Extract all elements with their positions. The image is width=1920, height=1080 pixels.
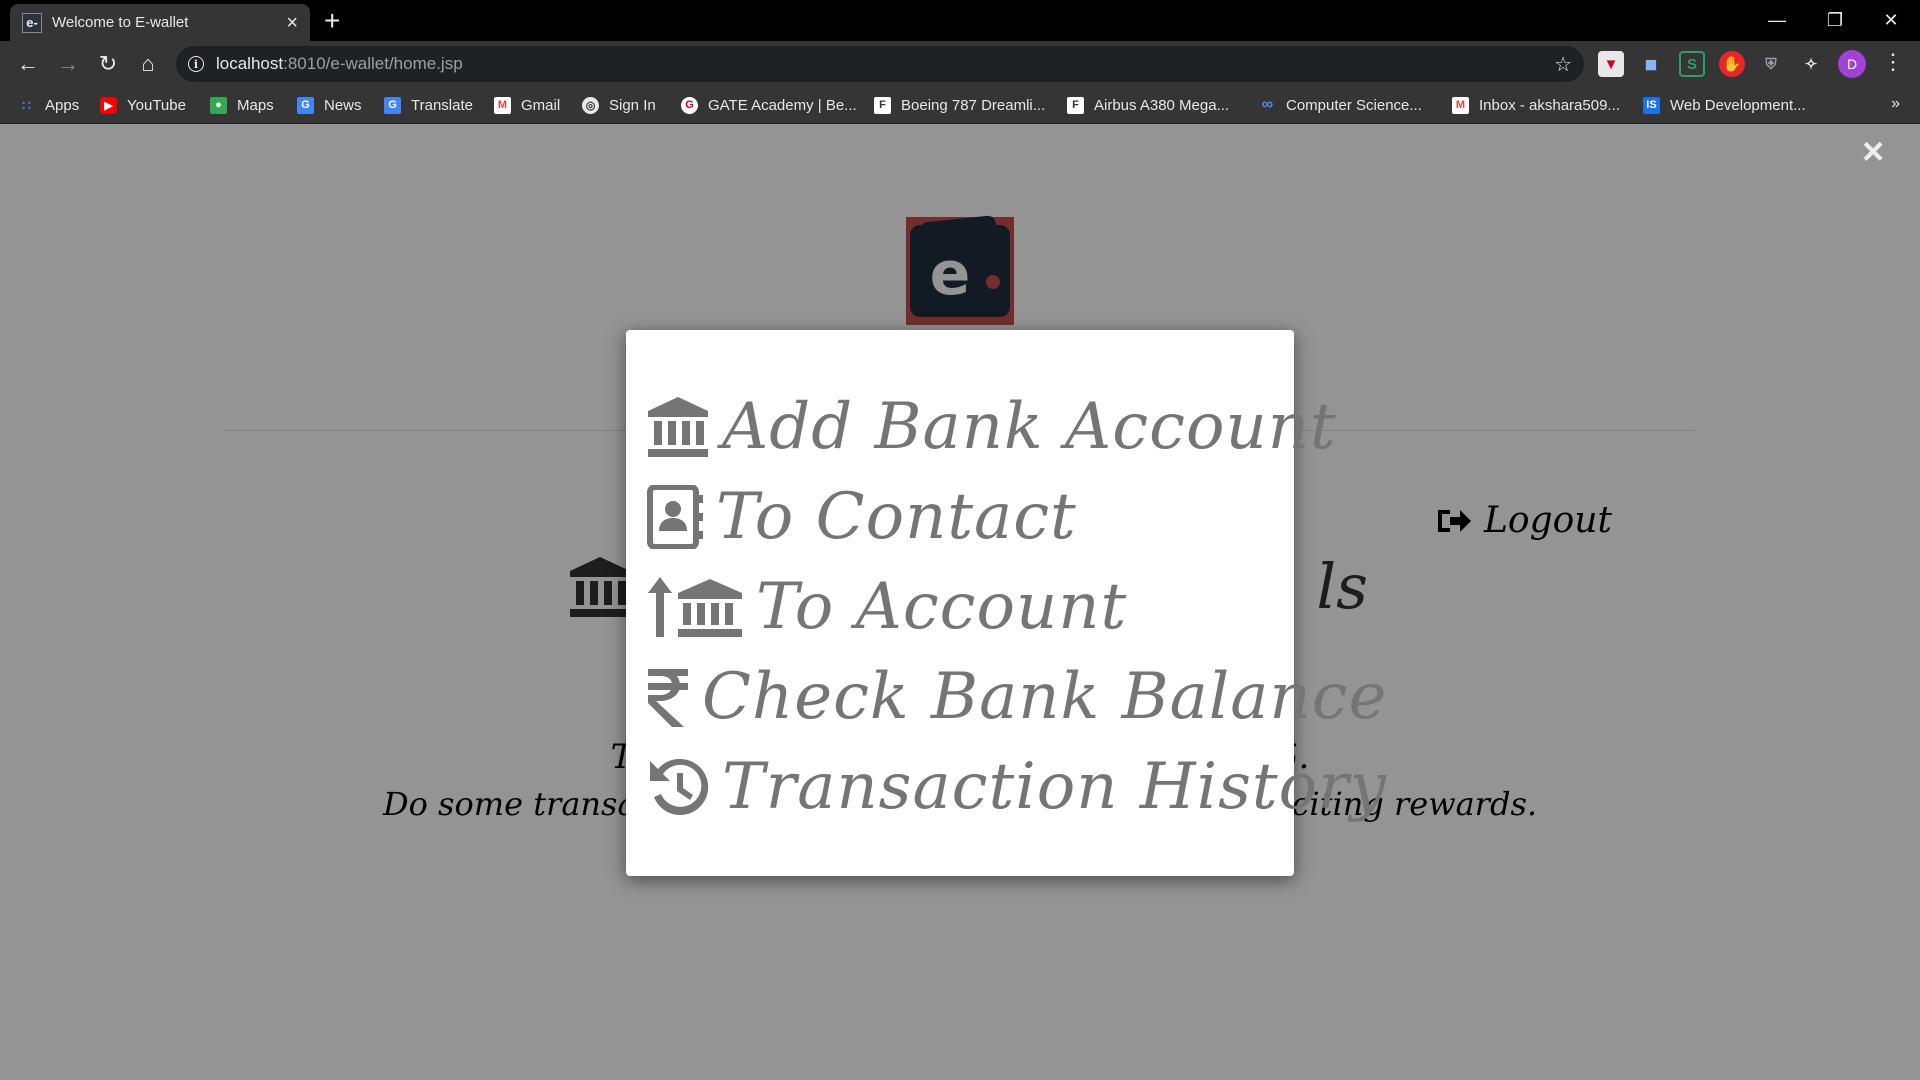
site-info-icon[interactable]: i bbox=[188, 56, 204, 72]
bookmark-gmail[interactable]: M Gmail bbox=[494, 93, 560, 117]
bookmark-maps[interactable]: ● Maps bbox=[210, 93, 274, 117]
menu-add-bank-account[interactable]: Add Bank Account bbox=[626, 382, 1336, 472]
s-extension-icon[interactable]: S bbox=[1679, 51, 1705, 77]
ewallet-favicon-icon: e- bbox=[22, 12, 42, 33]
bookmark-boeing[interactable]: F Boeing 787 Dreamli... bbox=[874, 93, 1045, 117]
bookmark-label: Boeing 787 Dreamli... bbox=[901, 96, 1046, 114]
bookmark-youtube[interactable]: ▶ YouTube bbox=[100, 93, 186, 117]
bookmark-apps[interactable]: ∷ Apps bbox=[18, 93, 79, 117]
bank-transfer-icon bbox=[648, 577, 742, 637]
transfer-options-modal: Add Bank Account To Contact To Account C… bbox=[626, 330, 1386, 876]
tab-close-icon[interactable]: × bbox=[286, 13, 298, 33]
bookmark-web-development[interactable]: IS Web Development... bbox=[1643, 93, 1806, 117]
menu-transaction-history[interactable]: Transaction History bbox=[626, 742, 1386, 832]
bookmark-inbox[interactable]: M Inbox - akshara509... bbox=[1452, 93, 1620, 117]
browser-toolbar: ← → ↻ ⌂ i localhost :8010/e-wallet/home.… bbox=[0, 41, 1920, 87]
extensions-puzzle-icon[interactable]: ✧ bbox=[1798, 51, 1824, 77]
menu-to-contact[interactable]: To Contact bbox=[626, 472, 1294, 562]
restore-button[interactable]: ❐ bbox=[1806, 0, 1864, 41]
address-bar[interactable]: i localhost :8010/e-wallet/home.jsp ☆ bbox=[176, 46, 1584, 82]
gmail-icon: M bbox=[494, 96, 511, 114]
new-tab-button[interactable]: + bbox=[324, 6, 340, 36]
bookmark-computer-science[interactable]: ∞ Computer Science... bbox=[1259, 93, 1422, 117]
tab-strip: e- Welcome to E-wallet × + — ❐ ✕ bbox=[0, 0, 1920, 41]
translate-icon: G bbox=[384, 96, 401, 114]
url-path: :8010/e-wallet/home.jsp bbox=[283, 54, 463, 73]
bookmark-label: YouTube bbox=[127, 96, 186, 114]
maps-icon: ● bbox=[210, 96, 227, 114]
tab-title: Welcome to E-wallet bbox=[52, 14, 189, 31]
bookmark-translate[interactable]: G Translate bbox=[384, 93, 473, 117]
window-close-button[interactable]: ✕ bbox=[1862, 0, 1920, 41]
pocket-extension-icon[interactable]: ▼ bbox=[1598, 51, 1624, 77]
document-icon: F bbox=[874, 96, 891, 114]
adblock-extension-icon[interactable]: ✋ bbox=[1719, 51, 1745, 77]
bookmark-label: Maps bbox=[237, 96, 274, 114]
url-host: localhost bbox=[216, 54, 284, 73]
forward-button[interactable]: → bbox=[52, 48, 84, 80]
menu-label: Add Bank Account bbox=[722, 390, 1337, 464]
bookmark-label: Gmail bbox=[521, 96, 561, 114]
bookmarks-overflow-button[interactable]: » bbox=[1891, 95, 1900, 113]
cube-extension-icon[interactable]: ◼ bbox=[1638, 51, 1664, 77]
back-button[interactable]: ← bbox=[12, 48, 44, 80]
bookmark-label: News bbox=[324, 96, 362, 114]
news-icon: G bbox=[297, 96, 314, 114]
modal-close-icon[interactable]: × bbox=[1862, 133, 1884, 171]
bookmark-gate[interactable]: G GATE Academy | Be... bbox=[681, 93, 857, 117]
shield-extension-icon[interactable]: ⛨ bbox=[1758, 51, 1784, 77]
profile-avatar[interactable]: D bbox=[1838, 50, 1866, 78]
bookmark-airbus[interactable]: F Airbus A380 Mega... bbox=[1067, 93, 1229, 117]
bookmark-label: Apps bbox=[45, 96, 80, 114]
bookmark-label: Translate bbox=[411, 96, 473, 114]
menu-label: Transaction History bbox=[722, 750, 1387, 824]
history-icon bbox=[650, 758, 709, 815]
bookmark-news[interactable]: G News bbox=[297, 93, 362, 117]
bookmark-label: Sign In bbox=[609, 96, 656, 114]
menu-label: Check Bank Balance bbox=[702, 660, 1388, 734]
menu-to-account[interactable]: To Account bbox=[626, 562, 1294, 652]
menu-check-bank-balance[interactable]: Check Bank Balance bbox=[626, 652, 1386, 742]
bank-icon bbox=[648, 397, 708, 457]
gmail-icon: M bbox=[1452, 96, 1469, 114]
bookmark-star-icon[interactable]: ☆ bbox=[1554, 52, 1572, 77]
bookmarks-bar: ∷ Apps ▶ YouTube ● Maps G News G Transla… bbox=[0, 87, 1920, 124]
gate-icon: G bbox=[681, 96, 698, 114]
menu-label: To Account bbox=[756, 570, 1128, 644]
rupee-icon bbox=[648, 669, 688, 727]
is-icon: IS bbox=[1643, 96, 1660, 114]
bookmark-label: Computer Science... bbox=[1286, 96, 1422, 114]
infinity-icon: ∞ bbox=[1261, 96, 1274, 113]
bookmark-sign-in[interactable]: ◎ Sign In bbox=[582, 93, 656, 117]
document-icon: F bbox=[1067, 96, 1084, 114]
browser-menu-icon[interactable]: ⋮ bbox=[1882, 49, 1904, 75]
minimize-button[interactable]: — bbox=[1748, 0, 1806, 41]
browser-tab-active[interactable]: e- Welcome to E-wallet × bbox=[10, 4, 310, 41]
menu-label: To Contact bbox=[716, 480, 1077, 554]
apps-grid-icon: ∷ bbox=[22, 96, 31, 113]
home-button[interactable]: ⌂ bbox=[132, 48, 164, 80]
bookmark-label: Airbus A380 Mega... bbox=[1094, 96, 1230, 114]
bookmark-label: GATE Academy | Be... bbox=[708, 96, 857, 114]
bookmark-label: Inbox - akshara509... bbox=[1479, 96, 1620, 114]
bookmark-label: Web Development... bbox=[1670, 96, 1806, 114]
contact-book-icon bbox=[647, 485, 703, 549]
globe-icon: ◎ bbox=[582, 96, 599, 114]
reload-button[interactable]: ↻ bbox=[92, 48, 124, 80]
youtube-icon: ▶ bbox=[100, 96, 117, 114]
